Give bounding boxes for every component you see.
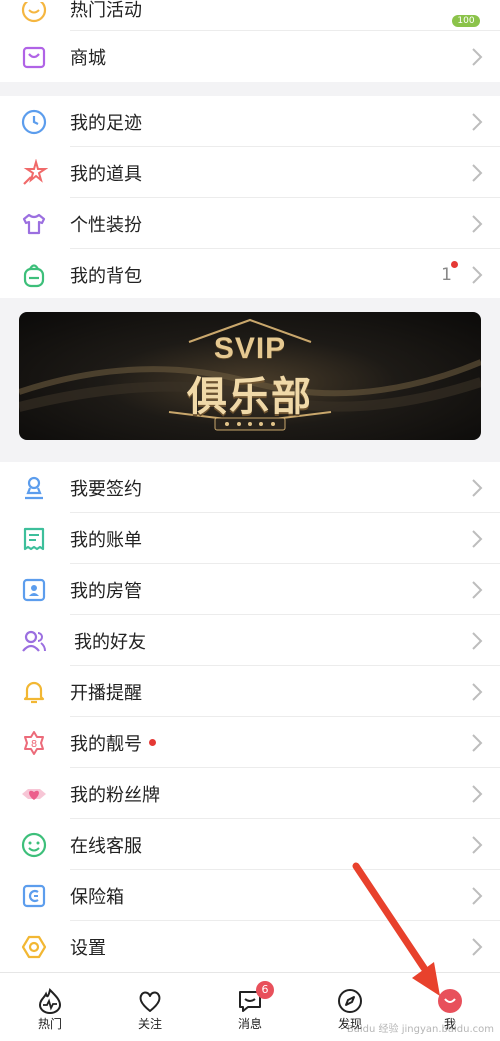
chevron-right-icon	[470, 111, 484, 133]
bottom-menu-section: 我要签约 我的账单 我的房管 我的好友 开播提醒 8 我的靓号 我的粉丝牌 在线…	[0, 462, 500, 972]
menu-label: 我的好友	[74, 631, 146, 653]
menu-row-dressup[interactable]: 个性装扮	[0, 198, 500, 249]
magic-star-icon	[20, 158, 48, 187]
chevron-right-icon	[470, 936, 484, 958]
chevron-right-icon	[470, 46, 484, 68]
menu-label: 在线客服	[70, 835, 142, 857]
bottom-tab-bar: 热门 关注 6 消息 发现 我 Baidu 经验 jingyan.baidu.c…	[0, 972, 500, 1041]
watermark: Baidu 经验 jingyan.baidu.com	[346, 1024, 494, 1035]
menu-label: 我的背包	[70, 265, 142, 287]
menu-row-mall[interactable]: 商城	[0, 31, 500, 82]
menu-label: 开播提醒	[70, 682, 142, 704]
message-count-badge: 6	[256, 981, 274, 999]
menu-row-settings[interactable]: 设置	[0, 921, 500, 972]
smiley-service-icon	[20, 831, 48, 859]
stamp-icon	[20, 474, 48, 502]
menu-row-hot-activity[interactable]: 热门活动 100	[0, 0, 500, 31]
menu-row-bill[interactable]: 我的账单	[0, 513, 500, 564]
menu-row-footprint[interactable]: 我的足迹	[0, 96, 500, 147]
svip-club-banner[interactable]: SVIP 俱乐部	[19, 312, 481, 440]
chevron-right-icon	[470, 681, 484, 703]
banner-title-club: 俱乐部	[187, 374, 313, 420]
flame-pulse-icon	[36, 987, 64, 1015]
gear-icon	[20, 933, 48, 961]
menu-label: 我的粉丝牌	[70, 784, 160, 806]
clock-icon	[20, 108, 48, 136]
chevron-right-icon	[470, 162, 484, 184]
menu-label: 商城	[70, 47, 106, 69]
menu-label: 我的账单	[70, 529, 142, 551]
admin-card-icon	[20, 576, 48, 604]
menu-label: 我要签约	[70, 478, 142, 500]
menu-row-pretty-number[interactable]: 8 我的靓号	[0, 717, 500, 768]
chevron-right-icon	[470, 783, 484, 805]
menu-row-live-reminder[interactable]: 开播提醒	[0, 666, 500, 717]
chevron-right-icon	[470, 579, 484, 601]
menu-label: 我的足迹	[70, 112, 142, 134]
menu-label: 我的房管	[70, 580, 142, 602]
notification-dot	[451, 261, 458, 268]
menu-row-sign[interactable]: 我要签约	[0, 462, 500, 513]
score-badge: 100	[452, 15, 480, 27]
menu-label: 设置	[70, 937, 106, 959]
mid-menu-section: 我的足迹 我的道具 个性装扮 我的背包 1	[0, 96, 500, 300]
backpack-icon	[20, 261, 48, 289]
friends-icon	[20, 627, 48, 655]
menu-label: 热门活动	[70, 0, 142, 21]
menu-row-backpack[interactable]: 我的背包 1	[0, 249, 500, 300]
top-menu-section: 热门活动 100 商城	[0, 0, 500, 82]
menu-row-friends[interactable]: 我的好友	[0, 615, 500, 666]
svg-text:8: 8	[31, 739, 37, 750]
banner-area: SVIP 俱乐部	[0, 298, 500, 462]
chevron-right-icon	[470, 834, 484, 856]
menu-row-props[interactable]: 我的道具	[0, 147, 500, 198]
me-avatar-icon	[436, 987, 464, 1015]
tab-hot[interactable]: 热门	[0, 973, 100, 1041]
menu-row-customer-service[interactable]: 在线客服	[0, 819, 500, 870]
chevron-right-icon	[470, 885, 484, 907]
menu-label: 我的道具	[70, 163, 142, 185]
menu-row-room-admin[interactable]: 我的房管	[0, 564, 500, 615]
chevron-right-icon	[470, 213, 484, 235]
heart-icon	[136, 987, 164, 1015]
banner-title-svip: SVIP	[213, 332, 287, 365]
tab-label: 消息	[237, 1017, 262, 1031]
chevron-right-icon	[470, 477, 484, 499]
menu-label: 保险箱	[70, 886, 124, 908]
chevron-right-icon	[470, 630, 484, 652]
compass-icon	[336, 987, 364, 1015]
tab-label: 关注	[137, 1017, 162, 1031]
chevron-right-icon	[470, 264, 484, 286]
shopping-bag-icon	[20, 43, 48, 71]
bill-icon	[20, 525, 48, 553]
flower-8-icon: 8	[20, 729, 48, 757]
chevron-right-icon	[470, 528, 484, 550]
menu-label: 个性装扮	[70, 214, 142, 236]
menu-label: 我的靓号	[70, 733, 142, 755]
tshirt-icon	[20, 210, 48, 238]
notification-dot	[149, 739, 156, 746]
tab-follow[interactable]: 关注	[100, 973, 200, 1041]
menu-row-safe-box[interactable]: 保险箱	[0, 870, 500, 921]
chevron-right-icon	[470, 732, 484, 754]
smile-icon	[20, 2, 48, 30]
tab-label: 热门	[37, 1017, 62, 1031]
item-count: 1	[441, 264, 452, 285]
safe-icon	[20, 882, 48, 910]
menu-row-fan-badge[interactable]: 我的粉丝牌	[0, 768, 500, 819]
heart-badge-icon	[20, 780, 48, 808]
tab-messages[interactable]: 6 消息	[200, 973, 300, 1041]
bell-icon	[20, 678, 48, 706]
